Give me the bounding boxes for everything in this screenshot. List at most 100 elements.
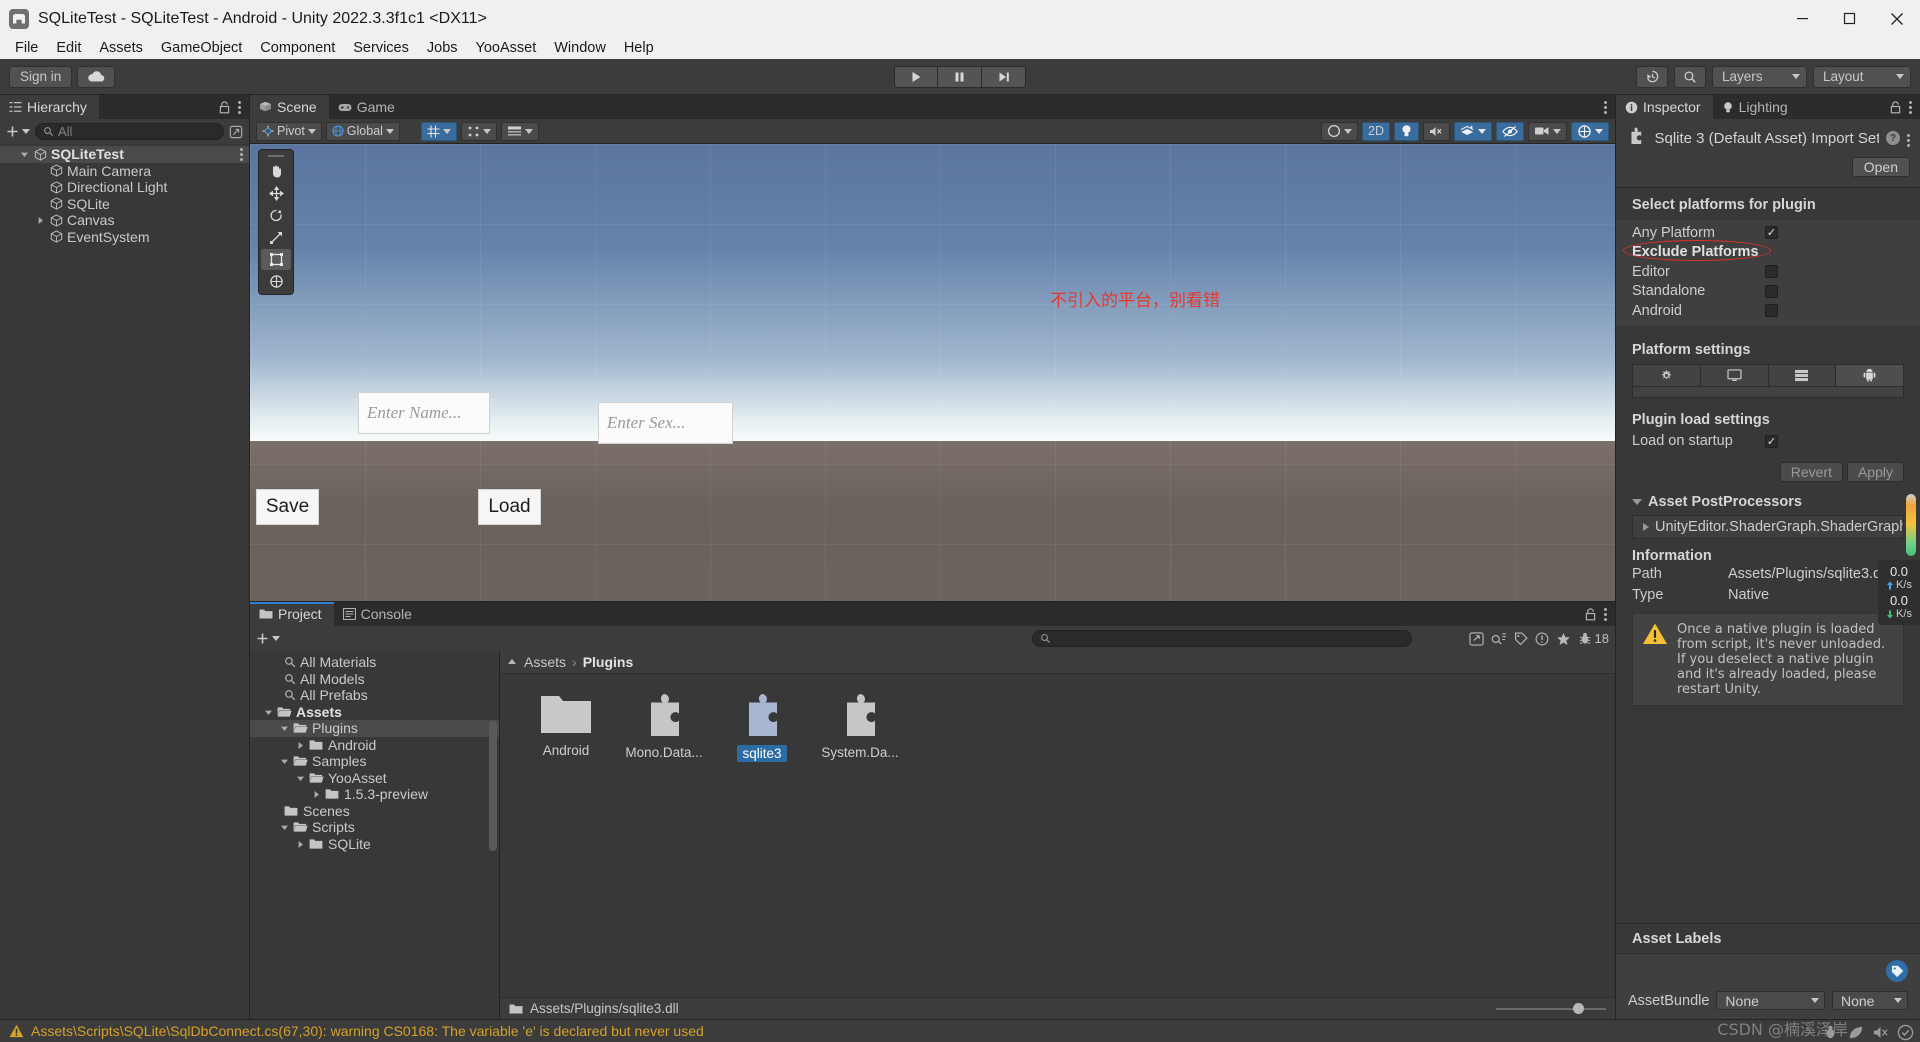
scene-context-menu-icon[interactable] (240, 147, 243, 161)
assetbundle-select[interactable]: None (1716, 991, 1825, 1010)
close-button[interactable] (1873, 0, 1920, 37)
layers-dropdown[interactable]: Layers (1712, 65, 1807, 88)
load-on-startup-checkbox[interactable]: ✓ (1765, 434, 1778, 448)
history-icon[interactable] (1636, 65, 1668, 88)
create-gameobject-button[interactable] (6, 125, 30, 138)
tools-drag-handle[interactable] (261, 152, 291, 160)
scale-tool[interactable] (261, 227, 291, 248)
tab-hierarchy[interactable]: Hierarchy (0, 95, 99, 119)
help-icon[interactable]: ? (1886, 131, 1900, 145)
platform-row-checkbox[interactable] (1765, 304, 1778, 318)
pause-button[interactable] (938, 65, 982, 88)
menu-edit[interactable]: Edit (47, 38, 90, 58)
menu-jobs[interactable]: Jobs (418, 38, 467, 58)
move-tool[interactable] (261, 183, 291, 204)
project-menu-icon[interactable] (1604, 607, 1607, 621)
slider-knob[interactable] (1573, 1002, 1584, 1014)
transform-tool[interactable] (261, 271, 291, 292)
step-button[interactable] (982, 65, 1026, 88)
platform-row-checkbox[interactable] (1765, 265, 1778, 279)
menu-services[interactable]: Services (344, 38, 418, 58)
scroll-up-icon[interactable] (506, 656, 518, 668)
tab-scene[interactable]: Scene (250, 95, 329, 119)
open-button[interactable]: Open (1851, 157, 1910, 177)
sign-in-button[interactable]: Sign in (9, 65, 73, 88)
cloud-icon[interactable] (77, 65, 116, 88)
project-tree-scrollbar[interactable] (489, 721, 497, 851)
save-search-icon[interactable] (1468, 631, 1484, 646)
toggle-fx-button[interactable] (1454, 121, 1492, 141)
lock-icon[interactable] (1890, 100, 1901, 114)
project-tree-item-1-5-3-preview[interactable]: 1.5.3-preview (250, 786, 499, 803)
asset-item-mono-data-[interactable]: Mono.Data... (625, 692, 703, 760)
breadcrumb-assets[interactable]: Assets (524, 654, 566, 670)
menu-gameobject[interactable]: GameObject (152, 38, 251, 58)
project-tree-item-all-models[interactable]: All Models (250, 671, 499, 688)
project-tree-item-samples[interactable]: Samples (250, 753, 499, 770)
platform-row-checkbox[interactable] (1765, 284, 1778, 298)
sex-input-field[interactable]: Enter Sex... (598, 402, 733, 444)
platform-tab-desktop[interactable] (1700, 363, 1769, 387)
project-tree-item-all-materials[interactable]: All Materials (250, 654, 499, 671)
project-tree-item-all-prefabs[interactable]: All Prefabs (250, 687, 499, 704)
project-tree-item-android[interactable]: Android (250, 737, 499, 754)
hierarchy-item-sqlite[interactable]: SQLite (0, 196, 249, 213)
error-filter-icon[interactable] (1535, 632, 1549, 646)
status-bar[interactable]: Assets\Scripts\SQLite\SqlDbConnect.cs(67… (0, 1019, 1920, 1042)
menu-window[interactable]: Window (545, 38, 615, 58)
tab-lighting[interactable]: Lighting (1712, 95, 1800, 119)
chevron-right-icon[interactable] (296, 737, 305, 753)
asset-item-sqlite3[interactable]: sqlite3 (726, 692, 798, 762)
create-asset-button[interactable] (256, 632, 280, 645)
asset-item-system-da-[interactable]: System.Da... (821, 692, 899, 760)
hand-tool[interactable] (261, 161, 291, 182)
platform-tab-android[interactable] (1836, 363, 1904, 387)
project-tree-item-sqlite[interactable]: SQLite (250, 836, 499, 853)
chevron-right-icon[interactable] (312, 786, 321, 802)
favorite-star-icon[interactable] (1556, 632, 1571, 646)
hierarchy-item-canvas[interactable]: Canvas (0, 212, 249, 229)
chevron-down-icon[interactable] (18, 150, 30, 159)
name-input-field[interactable]: Enter Name... (358, 392, 490, 434)
platform-row-exclude-platforms[interactable]: Exclude Platforms (1616, 243, 1920, 263)
platform-row-standalone[interactable]: Standalone (1616, 282, 1920, 302)
project-tree-item-scenes[interactable]: Scenes (250, 803, 499, 820)
lock-icon[interactable] (1585, 607, 1596, 621)
inspector-menu-icon[interactable] (1909, 100, 1912, 114)
icon-size-slider[interactable] (1496, 1002, 1606, 1015)
rotate-tool[interactable] (261, 205, 291, 226)
view-options-toggle[interactable] (500, 121, 539, 141)
filter-label-icon[interactable] (1514, 632, 1528, 646)
toggle-scene-visibility-button[interactable] (1496, 121, 1524, 141)
camera-settings-button[interactable] (1528, 121, 1567, 141)
filter-type-icon[interactable] (1491, 632, 1507, 646)
apply-button[interactable]: Apply (1846, 461, 1904, 482)
project-tree-item-plugins[interactable]: Plugins (250, 720, 499, 737)
hierarchy-search-input[interactable]: All (35, 123, 224, 140)
chevron-down-icon[interactable] (296, 770, 305, 786)
tab-project[interactable]: Project (250, 602, 334, 626)
assetbundle-variant-select[interactable]: None (1832, 991, 1908, 1010)
project-search-input[interactable] (1032, 630, 1412, 647)
menu-component[interactable]: Component (251, 38, 344, 58)
snap-increment-toggle[interactable] (460, 121, 497, 141)
toggle-audio-button[interactable] (1423, 121, 1450, 141)
grid-snap-toggle[interactable] (420, 121, 457, 141)
platform-row-editor[interactable]: Editor (1616, 262, 1920, 282)
platform-tab-settings[interactable] (1632, 363, 1701, 387)
project-tree-item-scripts[interactable]: Scripts (250, 819, 499, 836)
chevron-right-icon[interactable] (34, 216, 46, 225)
scene-menu-icon[interactable] (1604, 100, 1607, 114)
revert-button[interactable]: Revert (1779, 461, 1843, 482)
hierarchy-item-main-camera[interactable]: Main Camera (0, 163, 249, 180)
lock-icon[interactable] (219, 100, 230, 114)
add-label-icon[interactable] (1886, 960, 1908, 982)
toggle-2d-button[interactable]: 2D (1362, 121, 1390, 141)
hierarchy-item-directional-light[interactable]: Directional Light (0, 179, 249, 196)
shading-mode-button[interactable] (1321, 121, 1359, 141)
scene-viewport[interactable]: 不引入的平台，别看错 Enter Name... Enter Sex... Sa… (250, 144, 1615, 601)
menu-file[interactable]: File (6, 38, 47, 58)
layout-dropdown[interactable]: Layout (1813, 65, 1911, 88)
expand-icon[interactable] (229, 125, 243, 139)
asset-postprocessors-foldout[interactable]: Asset PostProcessors (1632, 494, 1904, 510)
